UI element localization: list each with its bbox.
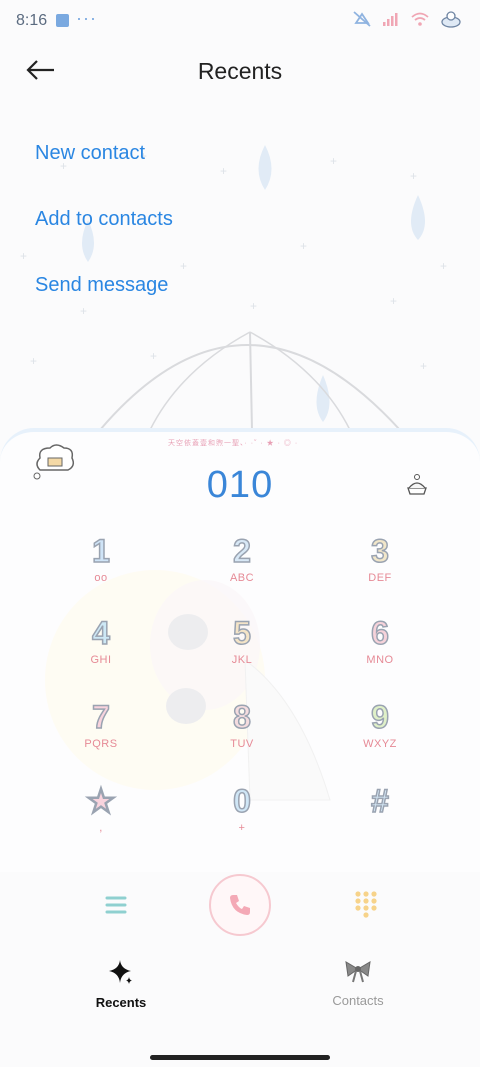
- key-letters: ABC: [229, 572, 255, 584]
- key-star[interactable]: ★ ,: [46, 782, 156, 852]
- key-digit: 5: [232, 614, 251, 652]
- svg-text:+: +: [390, 294, 397, 308]
- tab-contacts[interactable]: Contacts: [288, 958, 428, 1008]
- more-notifications-icon: ···: [76, 8, 97, 28]
- mute-icon: [353, 11, 371, 27]
- key-2[interactable]: 2 ABC: [187, 532, 297, 602]
- phone-icon: [230, 895, 250, 915]
- key-digit: 2: [232, 532, 251, 570]
- tab-recents[interactable]: Recents: [51, 958, 191, 1010]
- key-1[interactable]: 1 oo: [46, 532, 156, 602]
- svg-text:+: +: [330, 154, 337, 168]
- svg-text:+: +: [220, 164, 227, 178]
- add-to-contacts-link[interactable]: Add to contacts: [35, 208, 173, 231]
- key-digit: 9: [370, 698, 389, 736]
- send-message-link[interactable]: Send message: [35, 274, 168, 297]
- bottom-navigation: Recents Contacts: [0, 950, 480, 1030]
- marquee-text: 天空依蓋壹和煦一聖、· ·˘ · ★ · ◎ ·: [168, 440, 299, 447]
- key-letters: oo: [94, 572, 108, 584]
- key-letters: TUV: [230, 738, 254, 750]
- svg-text:+: +: [150, 349, 157, 363]
- header: Recents: [0, 44, 480, 100]
- wifi-icon: [411, 12, 429, 26]
- bow-icon: [345, 961, 371, 983]
- new-contact-link[interactable]: New contact: [35, 142, 145, 165]
- menu-lines-icon: [105, 896, 127, 914]
- status-icons: [352, 10, 462, 28]
- key-digit: 7: [91, 698, 110, 736]
- battery-icon: [441, 11, 461, 28]
- key-6[interactable]: 6 MNO: [325, 614, 435, 684]
- key-9[interactable]: 9 WXYZ: [325, 698, 435, 768]
- dialpad-toggle-button[interactable]: [352, 888, 380, 920]
- key-3[interactable]: 3 DEF: [325, 532, 435, 602]
- key-letters: GHI: [90, 654, 112, 666]
- key-digit: 0: [232, 782, 251, 820]
- tab-contacts-label: Contacts: [332, 993, 384, 1008]
- key-4[interactable]: 4 GHI: [46, 614, 156, 684]
- key-letters: +: [238, 822, 246, 834]
- page-title: Recents: [197, 58, 283, 84]
- status-time: 8:16: [16, 12, 48, 29]
- signal-icon: [383, 13, 398, 26]
- svg-text:+: +: [300, 239, 307, 253]
- key-letters: MNO: [366, 654, 394, 666]
- call-button[interactable]: [209, 874, 271, 936]
- menu-button[interactable]: [100, 890, 132, 920]
- key-letters: WXYZ: [363, 738, 397, 750]
- svg-text:+: +: [250, 299, 257, 313]
- svg-text:+: +: [180, 259, 187, 273]
- key-letters: JKL: [231, 654, 253, 666]
- key-0[interactable]: 0 +: [187, 782, 297, 852]
- key-digit: 8: [232, 698, 251, 736]
- sparkle-icon: [109, 960, 132, 984]
- svg-text:+: +: [30, 354, 37, 368]
- status-bar: 8:16 ···: [0, 0, 480, 44]
- dialer-actions: [0, 870, 480, 940]
- key-letters: DEF: [368, 572, 392, 584]
- notification-app-icon: [56, 14, 69, 27]
- svg-text:+: +: [410, 169, 417, 183]
- tab-recents-label: Recents: [95, 995, 147, 1010]
- key-digit: 1: [91, 532, 110, 570]
- key-7[interactable]: 7 PQRS: [46, 698, 156, 768]
- key-hash[interactable]: #: [325, 782, 435, 852]
- key-8[interactable]: 8 TUV: [187, 698, 297, 768]
- home-indicator[interactable]: [150, 1055, 330, 1060]
- dialpad-icon: [355, 891, 377, 918]
- dialed-number: 010: [206, 464, 274, 506]
- svg-text:+: +: [80, 304, 87, 318]
- key-5[interactable]: 5 JKL: [187, 614, 297, 684]
- key-digit: #: [370, 782, 389, 820]
- svg-text:+: +: [420, 359, 427, 373]
- key-letters: ,: [99, 822, 103, 834]
- key-letters: PQRS: [84, 738, 118, 750]
- key-digit: 4: [91, 614, 110, 652]
- svg-text:+: +: [20, 249, 27, 263]
- key-digit: 6: [370, 614, 389, 652]
- svg-text:+: +: [440, 259, 447, 273]
- key-digit: ★: [86, 782, 116, 820]
- key-digit: 3: [370, 532, 389, 570]
